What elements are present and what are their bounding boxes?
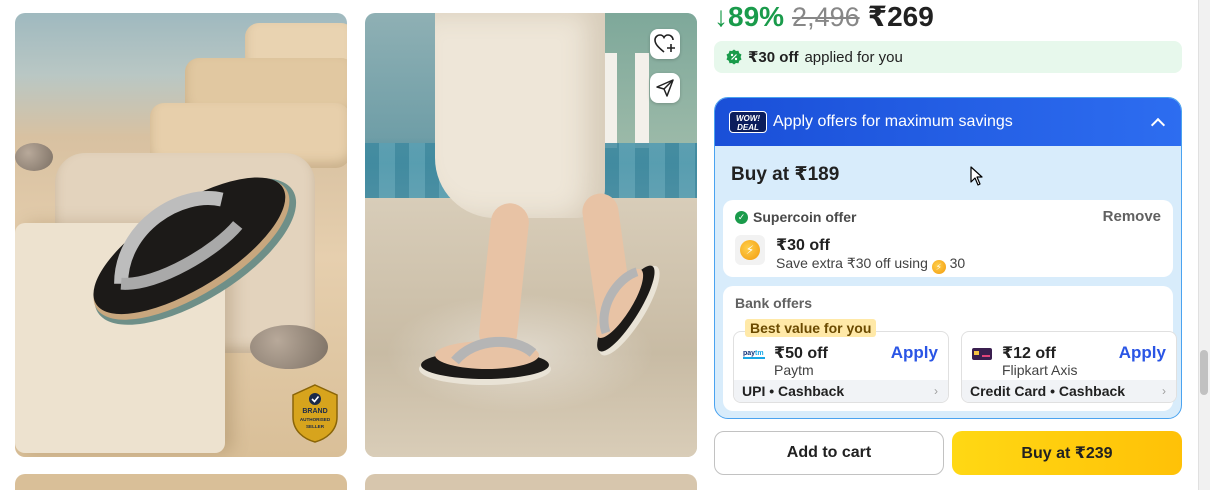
- offer-footer-text: UPI • Cashback: [742, 383, 845, 399]
- pebble-shape: [15, 143, 53, 171]
- bank-offer-flipkart-axis[interactable]: ₹12 off Flipkart Axis Apply Credit Card …: [961, 331, 1177, 403]
- wow-deal-badge: WOW! DEAL: [729, 111, 767, 133]
- svg-text:pay: pay: [743, 350, 755, 357]
- applied-amount: ₹30 off: [748, 49, 799, 66]
- offer-amount: ₹12 off: [1002, 345, 1056, 362]
- supercoin-count: 30: [949, 255, 966, 271]
- bank-offer-paytm[interactable]: pay tm ₹50 off Paytm Apply UPI • Cashbac…: [733, 331, 949, 403]
- apply-offer-button[interactable]: Apply: [891, 343, 938, 363]
- applied-text: applied for you: [804, 48, 903, 66]
- offer-amount: ₹50 off: [774, 345, 828, 362]
- page-scrollbar[interactable]: [1198, 0, 1210, 490]
- discount-percent: ↓89%: [714, 1, 785, 32]
- slipper-image: [93, 177, 297, 325]
- mouse-cursor-icon: [970, 166, 983, 186]
- pillar-shape: [603, 53, 617, 148]
- share-button[interactable]: [650, 73, 680, 103]
- offer-footer[interactable]: Credit Card • Cashback ›: [962, 380, 1176, 402]
- supercoin-icon-box: ⚡: [735, 235, 765, 265]
- applied-offer-strip: ₹30 off applied for you: [714, 41, 1182, 73]
- product-image-4[interactable]: [365, 474, 697, 490]
- offers-panel: WOW! DEAL Apply offers for maximum saving…: [714, 97, 1182, 419]
- chevron-up-icon[interactable]: [1150, 117, 1166, 133]
- product-image-3[interactable]: [15, 474, 347, 490]
- supercoin-title-text: Supercoin offer: [753, 209, 857, 225]
- slipper-left: [419, 336, 551, 385]
- paytm-logo-icon: pay tm: [743, 350, 765, 359]
- buy-at-price: Buy at ₹189: [731, 164, 840, 185]
- credit-card-icon: [972, 348, 992, 360]
- supercoin-icon: ⚡: [740, 240, 760, 260]
- linen-pants: [435, 13, 605, 218]
- offer-footer-text: Credit Card • Cashback: [970, 383, 1126, 399]
- price-row: ↓89% 2,496 ₹269: [714, 0, 934, 34]
- slipper-right: [596, 265, 660, 356]
- product-image-2[interactable]: [365, 13, 697, 457]
- share-send-icon: [656, 79, 674, 97]
- mrp-price: 2,496: [792, 2, 860, 32]
- scrollbar-thumb[interactable]: [1200, 350, 1208, 395]
- check-circle-icon: ✓: [735, 210, 748, 224]
- pebble-shape: [250, 325, 328, 369]
- offers-header-title: Apply offers for maximum savings: [773, 113, 1013, 130]
- chevron-right-icon: ›: [934, 384, 938, 398]
- supercoin-offer-card: ✓ Supercoin offer Remove ⚡ ₹30 off Save …: [723, 200, 1173, 277]
- brand-badge-line1: BRAND: [302, 408, 327, 415]
- offer-footer[interactable]: UPI • Cashback ›: [734, 380, 948, 402]
- wishlist-button[interactable]: [650, 29, 680, 59]
- selling-price: ₹269: [867, 1, 934, 32]
- pillar-shape: [635, 53, 649, 148]
- apply-offer-button[interactable]: Apply: [1119, 343, 1166, 363]
- bank-offers-title: Bank offers: [735, 295, 813, 311]
- best-value-badge: Best value for you: [745, 319, 877, 337]
- buy-now-button[interactable]: Buy at ₹239: [952, 431, 1182, 475]
- bank-offers-card: Bank offers Best value for you pay tm ₹5…: [723, 286, 1177, 411]
- add-to-cart-button[interactable]: Add to cart: [714, 431, 944, 475]
- remove-supercoin-button[interactable]: Remove: [1103, 208, 1161, 225]
- supercoin-small-icon: ⚡: [931, 260, 946, 274]
- offer-bank-name: Flipkart Axis: [1002, 362, 1078, 378]
- supercoin-amount: ₹30 off: [776, 237, 830, 254]
- svg-text:tm: tm: [755, 350, 764, 357]
- supercoin-title: ✓ Supercoin offer: [735, 209, 856, 225]
- brand-authorised-badge: BRAND AUTHORISED SELLER: [292, 384, 338, 443]
- offers-header[interactable]: WOW! DEAL Apply offers for maximum saving…: [715, 98, 1181, 146]
- supercoin-description: Save extra ₹30 off using ⚡ 30: [776, 255, 965, 274]
- heart-plus-icon: [654, 34, 675, 53]
- product-image-1[interactable]: BRAND AUTHORISED SELLER: [15, 13, 347, 457]
- supercoin-description-text: Save extra ₹30 off using: [776, 255, 928, 271]
- chevron-right-icon: ›: [1162, 384, 1166, 398]
- discount-tag-icon: [726, 49, 742, 65]
- offer-bank-name: Paytm: [774, 362, 814, 378]
- brand-badge-line2: AUTHORISED: [300, 417, 331, 422]
- brand-badge-line3: SELLER: [306, 424, 325, 429]
